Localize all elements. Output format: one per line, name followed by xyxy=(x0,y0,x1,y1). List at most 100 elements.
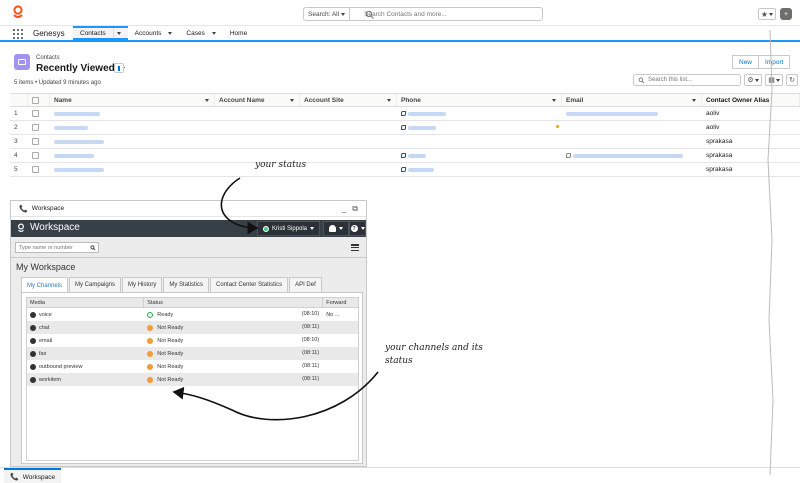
column-header-label: Account Site xyxy=(304,96,344,104)
genesys-logo-icon[interactable] xyxy=(11,5,25,21)
email-cell[interactable] xyxy=(562,107,702,120)
row-checkbox[interactable] xyxy=(32,166,39,173)
column-header-name[interactable]: Name xyxy=(50,94,215,106)
redacted-name xyxy=(54,111,100,116)
chevron-down-icon[interactable] xyxy=(205,99,209,102)
phone-cell[interactable] xyxy=(397,163,562,176)
tab-my-campaigns[interactable]: My Campaigns xyxy=(69,277,122,292)
status-cell[interactable]: Ready (08:10) xyxy=(144,308,323,321)
nav-tab-contacts[interactable]: Contacts xyxy=(73,26,128,40)
chevron-down-icon[interactable] xyxy=(552,99,556,102)
utility-bar-workspace[interactable]: 📞 Workspace xyxy=(4,468,62,483)
status-label: Not Ready xyxy=(157,350,184,357)
contact-name-link[interactable] xyxy=(50,149,215,162)
phone-cell[interactable] xyxy=(397,107,562,120)
row-checkbox[interactable] xyxy=(32,138,39,145)
status-duration: (08:10) xyxy=(301,311,320,317)
tab-my-history[interactable]: My History xyxy=(122,277,163,292)
list-settings-button[interactable]: ⚙ xyxy=(744,74,762,86)
nav-tab-cases[interactable]: Cases xyxy=(179,26,222,40)
channel-row-workitem[interactable]: workitem Not Ready (08:11) xyxy=(27,373,358,386)
redacted-name xyxy=(54,153,94,158)
status-cell[interactable]: Not Ready (08:11) xyxy=(144,347,323,360)
display-as-button[interactable]: ▦ xyxy=(765,74,783,86)
channel-row-email[interactable]: email Not Ready (08:10) xyxy=(27,334,358,347)
app-launcher-icon[interactable] xyxy=(13,29,23,39)
contact-name-link[interactable] xyxy=(50,163,215,176)
not-ready-status-icon xyxy=(147,337,154,344)
annotation-status-note: your status xyxy=(255,160,307,170)
media-label: chat xyxy=(39,324,50,331)
select-all-checkbox[interactable] xyxy=(32,96,39,104)
contact-search-input[interactable]: Type name or number xyxy=(15,242,99,253)
nav-tab-label: Cases xyxy=(186,29,205,37)
chevron-down-icon[interactable] xyxy=(290,99,294,102)
my-channels-panel: Media Status Forward voice Ready (08:10) … xyxy=(21,292,363,464)
list-search-placeholder: Search this list... xyxy=(648,77,693,83)
global-actions-button[interactable]: + xyxy=(780,8,792,20)
minimize-icon[interactable]: _ xyxy=(342,204,346,214)
email-cell[interactable] xyxy=(562,149,702,162)
help-menu-button[interactable]: ? xyxy=(349,221,366,236)
channel-row-voice[interactable]: voice Ready (08:10) No ... xyxy=(27,308,358,321)
chevron-down-icon[interactable] xyxy=(692,99,696,102)
not-ready-status-icon xyxy=(147,376,154,383)
channel-row-fax[interactable]: fax Not Ready (08:11) xyxy=(27,347,358,360)
tab-api-def[interactable]: API Def xyxy=(289,277,322,292)
search-icon xyxy=(365,10,374,19)
favorites-button[interactable]: ★ xyxy=(758,8,776,20)
pin-icon[interactable] xyxy=(114,63,124,73)
nav-tab-accounts[interactable]: Accounts xyxy=(128,26,180,40)
list-search-input[interactable]: Search this list... xyxy=(633,74,741,86)
column-header-label: Email xyxy=(566,96,584,104)
contact-name-link[interactable] xyxy=(50,135,215,148)
refresh-button[interactable]: ↻ xyxy=(786,74,798,86)
row-checkbox[interactable] xyxy=(32,152,39,159)
agent-status-button[interactable]: Kristi Sippola xyxy=(257,221,321,236)
column-header-account-name[interactable]: Account Name xyxy=(215,94,300,106)
chevron-down-icon[interactable] xyxy=(116,31,121,35)
column-header-account-site[interactable]: Account Site xyxy=(300,94,397,106)
forward-cell[interactable]: No ... xyxy=(323,308,358,321)
contact-name-link[interactable] xyxy=(50,121,215,134)
column-header-email[interactable]: Email xyxy=(562,94,702,106)
channel-row-outbound-preview[interactable]: outbound preview Not Ready (08:11) xyxy=(27,360,358,373)
list-meta: 5 items • Updated 9 minutes ago xyxy=(14,80,101,86)
status-cell[interactable]: Not Ready (08:11) xyxy=(144,373,323,386)
nav-tab-home[interactable]: Home xyxy=(223,26,254,40)
contact-name-link[interactable] xyxy=(50,107,215,120)
column-header-phone[interactable]: Phone xyxy=(397,94,562,106)
row-checkbox[interactable] xyxy=(32,124,39,131)
import-button[interactable]: Import xyxy=(759,55,791,69)
agent-menu-button[interactable] xyxy=(323,221,349,236)
search-scope-select[interactable]: Search: All xyxy=(304,8,351,20)
owner-alias: sprakasa xyxy=(706,152,733,159)
popout-icon[interactable]: ⧉ xyxy=(352,204,358,214)
global-search-input[interactable] xyxy=(350,8,542,20)
forward-cell xyxy=(323,373,358,386)
new-button[interactable]: New xyxy=(732,55,760,69)
tab-my-channels[interactable]: My Channels xyxy=(21,277,69,293)
phone-cell[interactable] xyxy=(397,149,562,162)
search-icon xyxy=(638,77,645,84)
row-checkbox[interactable] xyxy=(32,110,39,117)
status-cell[interactable]: Not Ready (08:10) xyxy=(144,334,323,347)
channel-row-chat[interactable]: chat Not Ready (08:11) xyxy=(27,321,358,334)
status-label: Not Ready xyxy=(157,363,184,370)
chevron-down-icon[interactable] xyxy=(211,31,216,35)
column-header-owner-alias[interactable]: Contact Owner Alias xyxy=(702,94,800,106)
phone-cell[interactable] xyxy=(397,121,562,134)
status-cell[interactable]: Not Ready (08:11) xyxy=(144,321,323,334)
tab-my-statistics[interactable]: My Statistics xyxy=(163,277,210,292)
tab-contact-center-statistics[interactable]: Contact Center Statistics xyxy=(210,277,289,292)
row-checkbox-cell xyxy=(28,107,50,120)
chevron-down-icon[interactable] xyxy=(387,99,391,102)
hamburger-menu-icon[interactable] xyxy=(351,244,359,251)
phone-cell xyxy=(397,135,562,148)
chevron-down-icon[interactable] xyxy=(168,31,173,35)
status-cell[interactable]: Not Ready (08:11) xyxy=(144,360,323,373)
status-label: Not Ready xyxy=(157,337,184,344)
account-site-cell xyxy=(300,135,397,148)
list-view-selector[interactable]: Recently Viewed xyxy=(36,63,125,74)
workspace-tabs: My Channels My Campaigns My History My S… xyxy=(21,277,323,293)
